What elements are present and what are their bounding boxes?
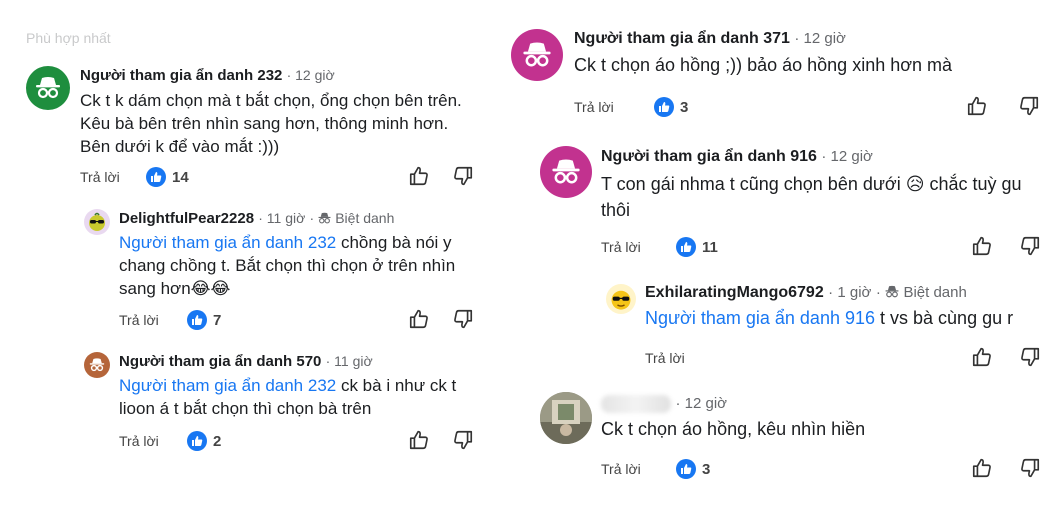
reply-hidden-user: · 12 giờ Ck t chọn áo hồng, kêu nhìn hiề… xyxy=(500,0,1062,500)
comment-actions: Trả lời 3 xyxy=(601,457,1042,481)
reply-anon-570: Người tham gia ẩn danh 570 · 11 giờ Ngườ… xyxy=(0,0,500,460)
user-photo-avatar[interactable] xyxy=(540,392,592,444)
like-badge-icon xyxy=(187,431,207,451)
comment-time: 11 giờ xyxy=(334,353,373,369)
comment-header: · 12 giờ xyxy=(601,395,727,413)
thumbs-down-icon[interactable] xyxy=(452,429,474,451)
anonymous-avatar[interactable] xyxy=(84,352,110,378)
mention-link[interactable]: Người tham gia ẩn danh 232 xyxy=(119,376,336,395)
comment-text: Ck t chọn áo hồng, kêu nhìn hiền xyxy=(601,419,866,439)
right-column: Người tham gia ẩn danh 371 · 12 giờ Ck t… xyxy=(500,0,1062,530)
reply-button[interactable]: Trả lời xyxy=(119,433,159,449)
thumbs-up-icon[interactable] xyxy=(408,429,430,451)
reply-button[interactable]: Trả lời xyxy=(601,461,641,477)
comment-time: 12 giờ xyxy=(684,395,727,413)
comment-text: Người tham gia ẩn danh 232 ck bà i như c… xyxy=(119,376,457,418)
thumbs-down-icon[interactable] xyxy=(1019,457,1041,479)
like-count: 2 xyxy=(187,431,221,451)
comment-actions: Trả lời 2 xyxy=(119,429,474,453)
incognito-icon xyxy=(89,358,105,372)
like-count: 3 xyxy=(676,459,710,479)
blurred-author-name[interactable] xyxy=(601,395,671,413)
author-name[interactable]: Người tham gia ẩn danh 570 xyxy=(119,353,321,370)
photo-thumbnail xyxy=(540,392,592,444)
comment-header: Người tham gia ẩn danh 570 · 11 giờ xyxy=(119,353,373,370)
thumbs-up-icon[interactable] xyxy=(971,457,993,479)
like-badge-icon xyxy=(676,459,696,479)
